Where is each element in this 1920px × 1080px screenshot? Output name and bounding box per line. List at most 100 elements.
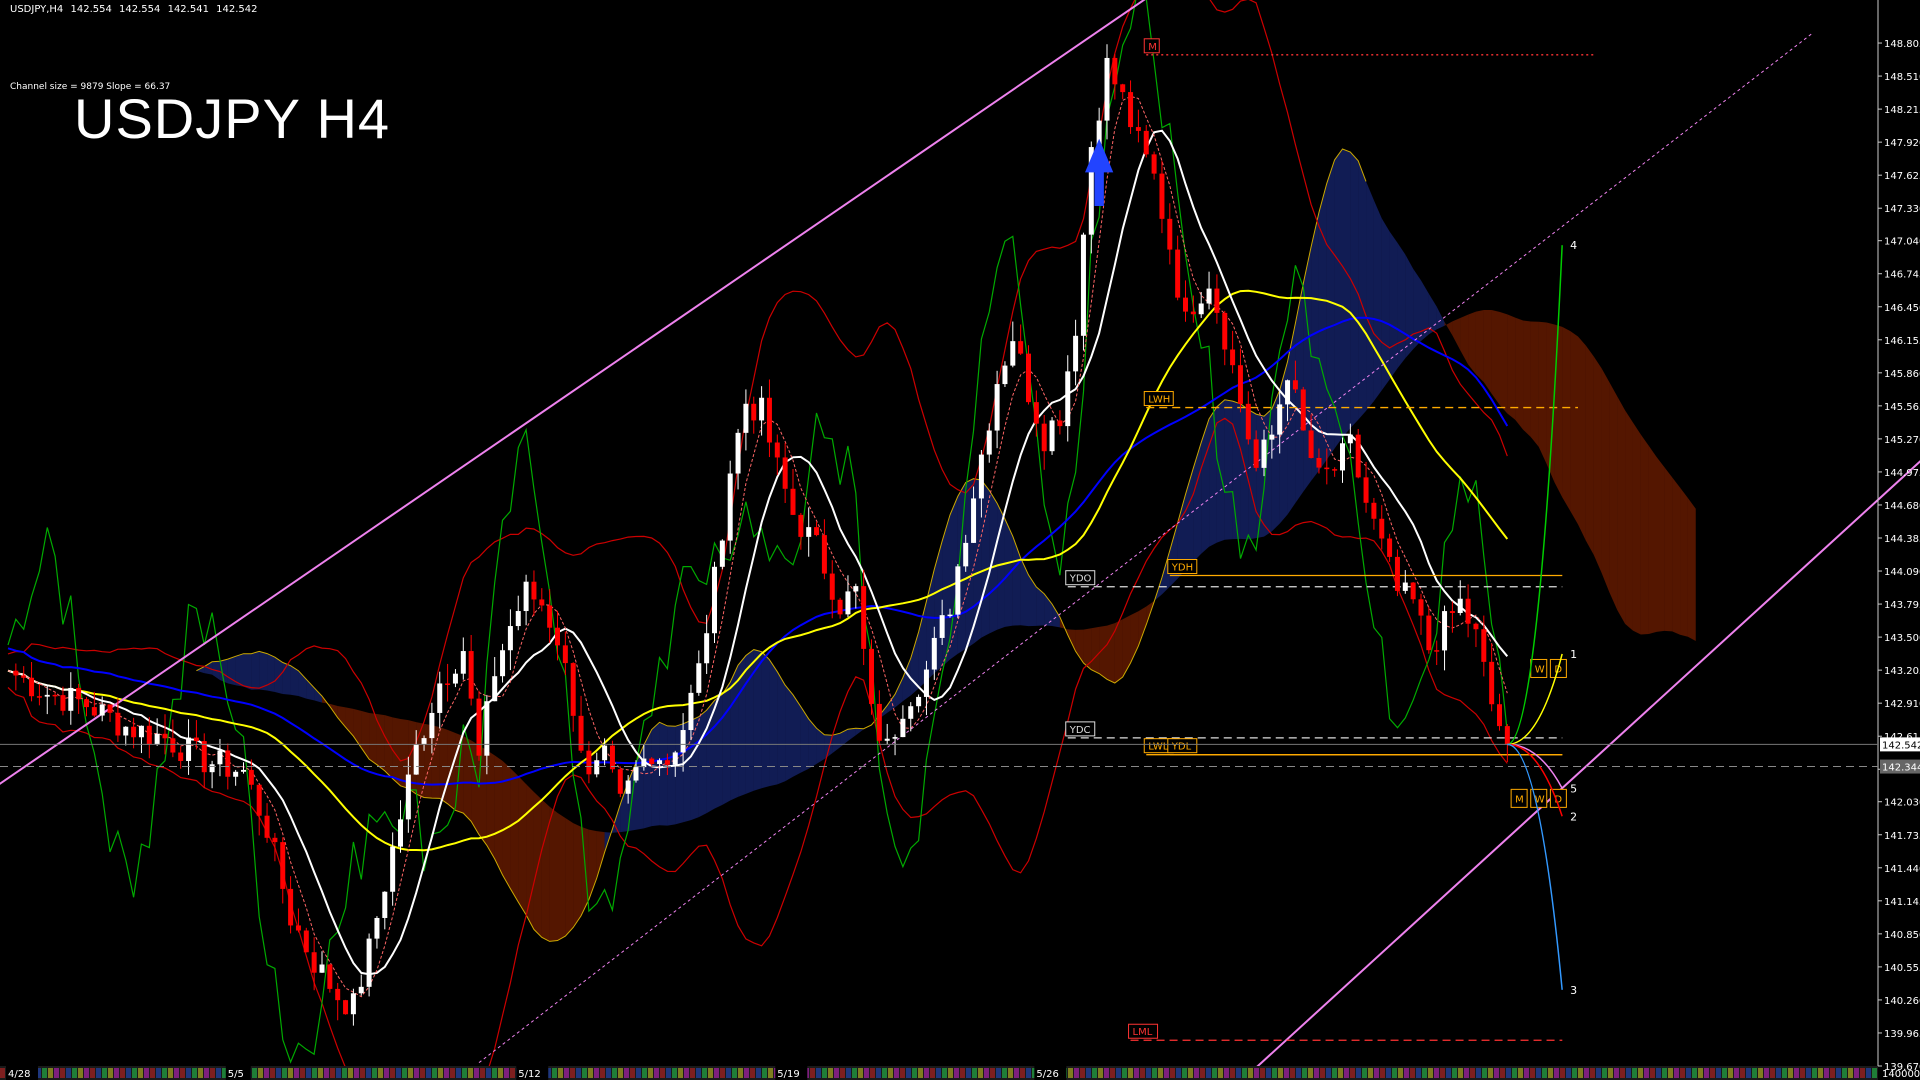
candle-body bbox=[609, 745, 615, 770]
level-label-lwl: LWL bbox=[1148, 742, 1169, 753]
cloud-segment bbox=[1389, 231, 1398, 380]
candle-body bbox=[350, 993, 356, 1015]
candle-body bbox=[36, 696, 42, 698]
bottom-right-label: 140000 bbox=[1882, 1069, 1920, 1080]
time-strip-cell bbox=[270, 1068, 275, 1078]
candle-body bbox=[241, 769, 246, 772]
candle-body bbox=[562, 645, 568, 664]
candle-body bbox=[248, 769, 254, 785]
time-strip-cell bbox=[1638, 1068, 1643, 1078]
candle-body bbox=[672, 752, 678, 765]
time-strip-cell bbox=[90, 1068, 95, 1078]
level-label-m: M bbox=[1148, 42, 1157, 53]
time-strip-cell bbox=[888, 1068, 893, 1078]
time-strip-cell bbox=[1668, 1068, 1673, 1078]
candle-body bbox=[1497, 704, 1502, 727]
candle-body bbox=[923, 669, 929, 697]
time-strip-cell bbox=[1350, 1068, 1355, 1078]
price-chart[interactable]: M LWH YDO YDH YDC LWLYDL LML 148.805 148.510 148… bbox=[0, 0, 1920, 1080]
level-label-lwh: LWH bbox=[1148, 395, 1170, 406]
candle-body bbox=[84, 699, 89, 708]
time-strip-cell bbox=[768, 1068, 773, 1078]
cloud-segment bbox=[1609, 382, 1618, 611]
cloud-segment bbox=[1468, 311, 1476, 375]
candle-body bbox=[437, 683, 443, 713]
time-strip-cell bbox=[978, 1068, 983, 1078]
cloud-segment bbox=[745, 649, 754, 794]
candle-body bbox=[884, 738, 890, 741]
time-strip-cell bbox=[474, 1068, 479, 1078]
candle-body bbox=[1434, 650, 1440, 652]
cloud-segment bbox=[1632, 422, 1641, 635]
candle-body bbox=[264, 815, 270, 838]
candle-body bbox=[1489, 661, 1495, 705]
time-strip-cell bbox=[1380, 1068, 1385, 1078]
candle-body bbox=[327, 964, 333, 989]
candle-body bbox=[931, 637, 937, 670]
time-strip-cell bbox=[1386, 1068, 1391, 1078]
time-strip-cell bbox=[1158, 1068, 1163, 1078]
time-strip-cell bbox=[456, 1068, 461, 1078]
time-strip-cell bbox=[42, 1068, 47, 1078]
time-strip-cell bbox=[1506, 1068, 1511, 1078]
time-strip-cell bbox=[1590, 1068, 1595, 1078]
time-strip-cell bbox=[264, 1068, 269, 1078]
time-strip-cell bbox=[1122, 1068, 1127, 1078]
candle-body bbox=[193, 737, 199, 742]
candle-body bbox=[358, 986, 364, 994]
time-strip-cell bbox=[432, 1068, 437, 1078]
candle-body bbox=[1041, 423, 1047, 452]
time-strip-cell bbox=[1326, 1068, 1331, 1078]
candle-body bbox=[1151, 154, 1157, 174]
candle-body bbox=[664, 760, 670, 765]
candle-body bbox=[837, 599, 843, 615]
candle-body bbox=[1033, 402, 1039, 424]
candle-body bbox=[1080, 234, 1086, 336]
candle-body bbox=[484, 701, 490, 756]
price-tick-label: 144.090 bbox=[1884, 567, 1920, 578]
time-strip-cell bbox=[306, 1068, 311, 1078]
time-strip-cell bbox=[1020, 1068, 1025, 1078]
time-strip-cell bbox=[84, 1068, 89, 1078]
cloud-segment bbox=[274, 657, 283, 694]
box-label-w: W bbox=[1535, 664, 1545, 675]
candle-body bbox=[1065, 371, 1071, 427]
candle-body bbox=[1292, 380, 1298, 390]
time-strip-cell bbox=[462, 1068, 467, 1078]
candle-body bbox=[115, 712, 121, 736]
candle-body bbox=[1183, 297, 1188, 312]
time-strip-cell bbox=[1230, 1068, 1235, 1078]
candle-body bbox=[1449, 611, 1455, 613]
time-strip-cell bbox=[714, 1068, 719, 1078]
time-strip-cell bbox=[1806, 1068, 1811, 1078]
price-tick-label: 139.965 bbox=[1884, 1029, 1920, 1040]
time-strip-cell bbox=[1602, 1068, 1607, 1078]
candle-body bbox=[311, 952, 317, 973]
time-strip-cell bbox=[138, 1068, 143, 1078]
candle-body bbox=[1426, 615, 1432, 651]
time-strip-cell bbox=[960, 1068, 965, 1078]
time-strip-cell bbox=[1656, 1068, 1661, 1078]
time-strip-cell bbox=[1746, 1068, 1751, 1078]
cloud-segment bbox=[541, 799, 550, 942]
time-strip-cell bbox=[1206, 1068, 1211, 1078]
time-strip-cell bbox=[1194, 1068, 1199, 1078]
time-strip-cell bbox=[1428, 1068, 1433, 1078]
secondary-price-label: 142.344 bbox=[1882, 763, 1920, 774]
candle-body bbox=[99, 704, 105, 716]
time-strip-cell bbox=[384, 1068, 389, 1078]
price-tick-label: 141.440 bbox=[1884, 864, 1920, 875]
time-strip-cell bbox=[1320, 1068, 1325, 1078]
time-strip-cell bbox=[108, 1068, 113, 1078]
time-strip-cell bbox=[894, 1068, 899, 1078]
price-tick-label: 146.745 bbox=[1884, 270, 1920, 281]
price-tick-label: 147.040 bbox=[1884, 237, 1920, 248]
time-strip-cell bbox=[600, 1068, 605, 1078]
chart-header: USDJPY,H4 142.554 142.554 142.541 142.54… bbox=[10, 4, 261, 15]
time-strip-cell bbox=[0, 1068, 5, 1078]
time-strip-cell bbox=[660, 1068, 665, 1078]
time-strip-cell bbox=[846, 1068, 851, 1078]
candle-body bbox=[1120, 84, 1126, 93]
cloud-segment bbox=[1578, 336, 1586, 541]
time-strip-cell bbox=[156, 1068, 161, 1078]
